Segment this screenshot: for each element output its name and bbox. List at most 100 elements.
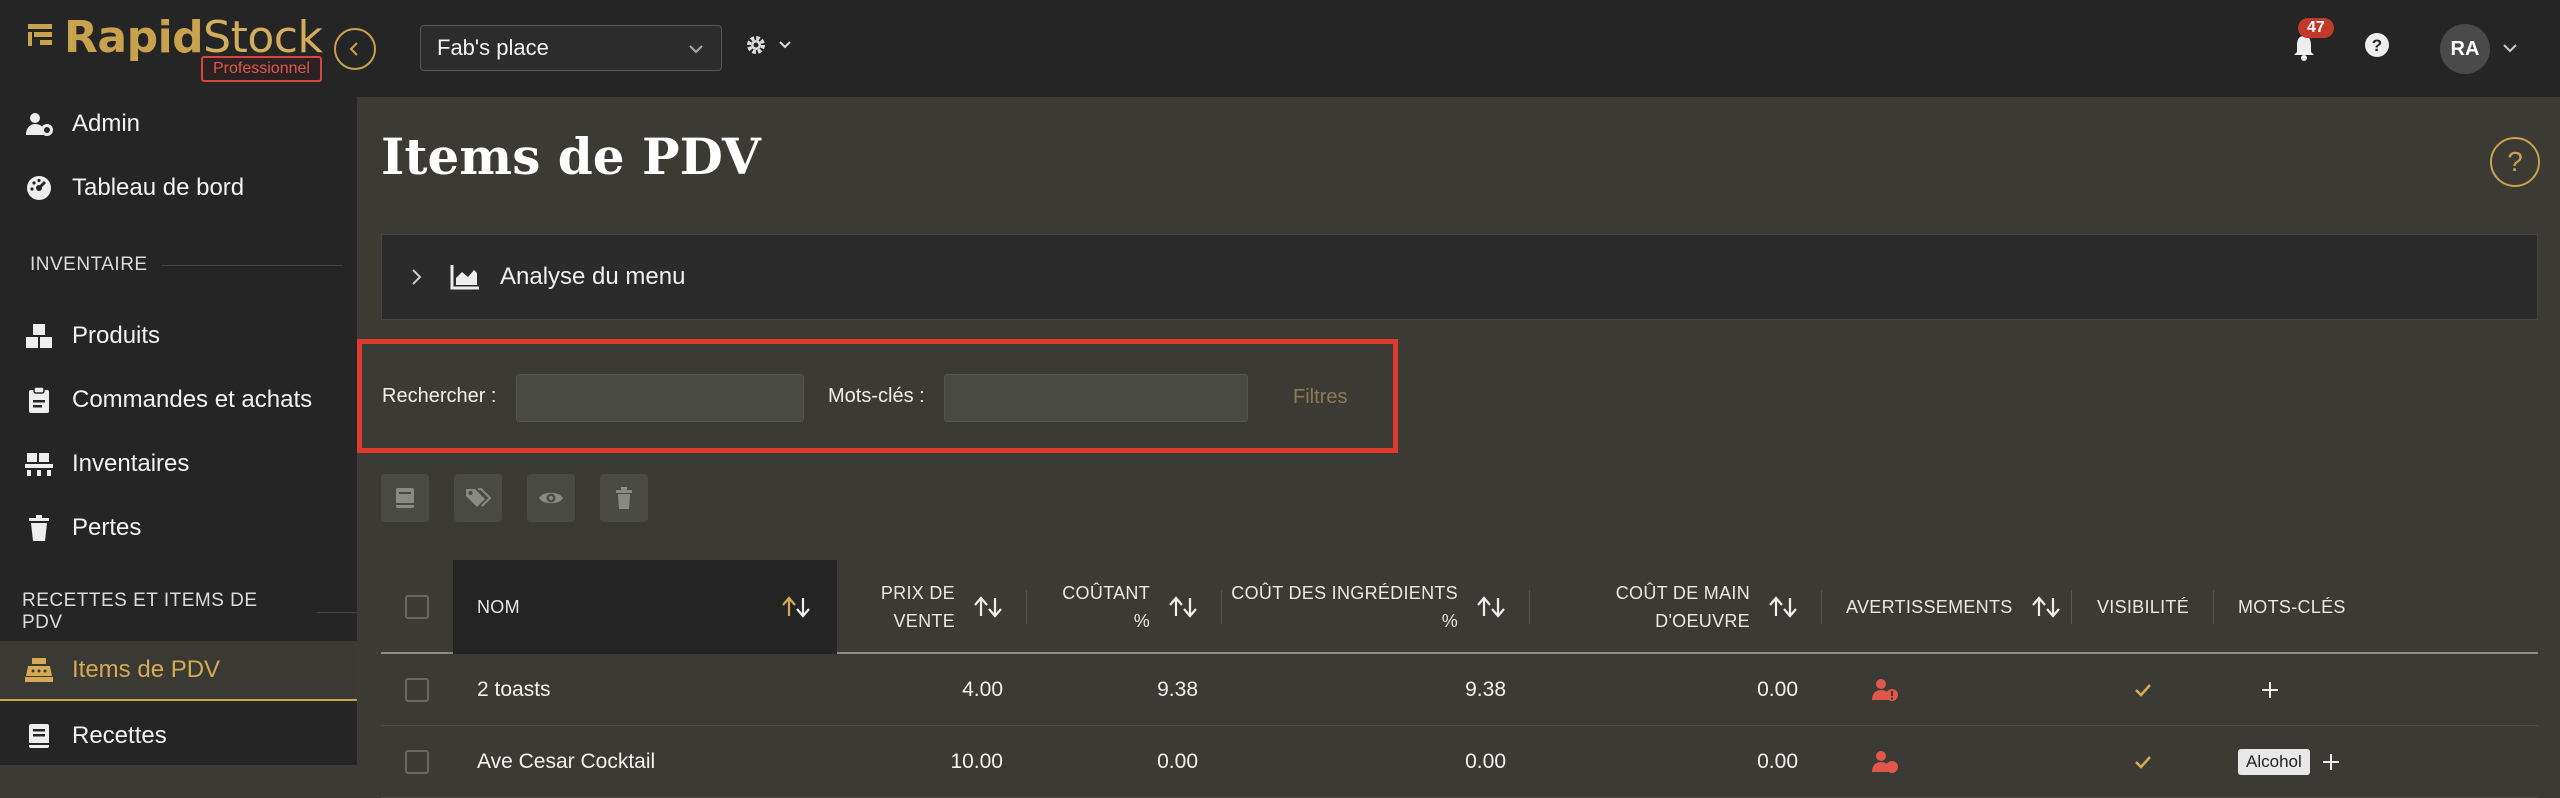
row-select-cell	[381, 654, 453, 726]
sort-icon	[2031, 596, 2061, 618]
column-header-name[interactable]: NOM	[453, 560, 837, 654]
boxes-icon	[24, 321, 54, 351]
keywords-input[interactable]	[944, 374, 1248, 422]
cell-price: 4.00	[962, 678, 1003, 701]
tags-button[interactable]	[454, 474, 502, 522]
menu-analysis-accordion[interactable]: Analyse du menu	[381, 234, 2538, 320]
help-button[interactable]: ?	[2364, 32, 2390, 63]
table-header: NOM PRIX DE VENTE COÛTANT% COÛT DES INGRÉ…	[381, 560, 2538, 654]
sidebar-item-pos-items[interactable]: Items de PDV	[0, 641, 357, 701]
pallet-icon	[24, 449, 54, 479]
row-select-cell	[381, 726, 453, 798]
cell-labor-cost: 0.00	[1757, 678, 1798, 701]
sort-icon	[1476, 596, 1506, 618]
sidebar-item-label: Produits	[72, 322, 161, 349]
warning-user-icon[interactable]	[1871, 654, 1899, 726]
visible-check-icon[interactable]	[2072, 654, 2214, 726]
chevron-down-icon	[689, 45, 703, 54]
visible-check-icon[interactable]	[2072, 726, 2214, 798]
column-header-visibility: VISIBILITÉ	[2072, 560, 2214, 654]
trash-icon	[24, 513, 54, 543]
sidebar-item-label: Inventaires	[72, 450, 190, 477]
keyword-tag[interactable]: Alcohol	[2238, 749, 2310, 775]
sidebar-section-inventory: INVENTAIRE	[30, 254, 342, 276]
clipboard-icon	[24, 385, 54, 415]
visibility-button[interactable]	[527, 474, 575, 522]
sidebar-section-recipes: RECETTES ET ITEMS DE PDV	[22, 590, 357, 634]
sidebar-item-losses[interactable]: Pertes	[0, 501, 357, 555]
row-checkbox[interactable]	[405, 750, 429, 774]
row-checkbox[interactable]	[405, 678, 429, 702]
chevron-down-icon	[779, 41, 791, 49]
cell-ingredient-cost: 0.00	[1465, 750, 1506, 773]
chevron-left-icon	[349, 42, 358, 56]
column-header-warnings[interactable]: AVERTISSEMENTS	[1822, 560, 2072, 654]
gear-icon	[747, 36, 765, 54]
column-header-labor-cost[interactable]: COÛT DE MAIN D'OEUVRE	[1530, 560, 1822, 654]
warning-user-icon[interactable]	[1871, 726, 1899, 798]
sidebar-item-label: Items de PDV	[72, 656, 221, 683]
search-input[interactable]	[516, 374, 804, 422]
sort-icon	[1768, 596, 1798, 618]
cell-labor-cost: 0.00	[1757, 750, 1798, 773]
column-header-price[interactable]: PRIX DE VENTE	[837, 560, 1027, 654]
svg-text:?: ?	[2372, 36, 2382, 55]
main-content: Items de PDV ? Analyse du menu Recherche…	[357, 97, 2560, 798]
recipe-book-button[interactable]	[381, 474, 429, 522]
eye-icon	[539, 492, 563, 504]
cell-name[interactable]: 2 toasts	[477, 654, 551, 726]
column-header-cost-percent[interactable]: COÛTANT%	[1027, 560, 1222, 654]
book-icon	[24, 721, 54, 751]
sidebar-item-dashboard[interactable]: Tableau de bord	[0, 161, 357, 215]
user-avatar[interactable]: RA	[2440, 24, 2490, 74]
page-help-button[interactable]: ?	[2490, 137, 2540, 187]
filters-button[interactable]: Filtres	[1293, 386, 1347, 409]
sidebar-item-recipes[interactable]: Recettes	[0, 709, 357, 763]
select-all-cell	[381, 560, 453, 654]
user-cog-icon	[24, 109, 54, 139]
delete-button[interactable]	[600, 474, 648, 522]
sort-icon	[1168, 596, 1198, 618]
sidebar-item-label: Pertes	[72, 514, 142, 541]
store-select-value: Fab's place	[437, 35, 549, 60]
edition-badge: Professionnel	[201, 56, 322, 82]
column-header-keywords: MOTS-CLÉS	[2238, 597, 2346, 617]
book-icon	[396, 488, 414, 508]
keywords-cell: Alcohol	[2238, 726, 2340, 798]
cash-register-icon	[24, 655, 54, 685]
filter-bar: Rechercher : Mots-clés : Filtres	[357, 339, 1398, 453]
sidebar-item-products[interactable]: Produits	[0, 309, 357, 363]
sidebar-item-label: Recettes	[72, 722, 167, 749]
chevron-right-icon	[412, 269, 422, 285]
sidebar-item-admin[interactable]: Admin	[0, 97, 357, 151]
search-label: Rechercher :	[382, 385, 497, 407]
sidebar-item-orders[interactable]: Commandes et achats	[0, 373, 357, 427]
keywords-label: Mots-clés :	[828, 385, 925, 407]
select-all-checkbox[interactable]	[405, 595, 429, 619]
area-chart-icon	[450, 265, 479, 290]
cell-name[interactable]: Ave Cesar Cocktail	[477, 726, 655, 798]
cell-cost-percent: 9.38	[1157, 678, 1198, 701]
sidebar-item-inventories[interactable]: Inventaires	[0, 437, 357, 491]
collapse-sidebar-button[interactable]	[334, 28, 376, 70]
pos-items-table: NOM PRIX DE VENTE COÛTANT% COÛT DES INGRÉ…	[381, 560, 2538, 798]
cell-cost-percent: 0.00	[1157, 750, 1198, 773]
top-bar: RapidStock Professionnel Fab's place 47 …	[0, 0, 2560, 97]
column-header-ingredient-cost[interactable]: COÛT DES INGRÉDIENTS%	[1222, 560, 1530, 654]
notification-count-badge: 47	[2298, 18, 2334, 38]
tags-icon	[466, 488, 491, 507]
trash-icon	[616, 487, 632, 509]
sidebar-item-label: Admin	[72, 110, 141, 137]
page-title: Items de PDV	[381, 127, 761, 186]
question-circle-icon: ?	[2365, 33, 2389, 57]
store-select[interactable]: Fab's place	[420, 25, 722, 71]
sort-icon	[781, 596, 811, 618]
table-row[interactable]: Ave Cesar Cocktail 10.00 0.00 0.00 0.00 …	[381, 726, 2538, 798]
add-keyword-icon[interactable]	[2322, 753, 2340, 771]
settings-menu-button[interactable]	[744, 33, 792, 57]
dashboard-gauge-icon	[24, 173, 54, 203]
table-row[interactable]: 2 toasts 4.00 9.38 9.38 0.00	[381, 654, 2538, 726]
sidebar: Admin Tableau de bord INVENTAIRE Produit…	[0, 97, 357, 765]
add-keyword-icon[interactable]	[2261, 654, 2279, 726]
chevron-down-icon[interactable]	[2502, 40, 2518, 56]
